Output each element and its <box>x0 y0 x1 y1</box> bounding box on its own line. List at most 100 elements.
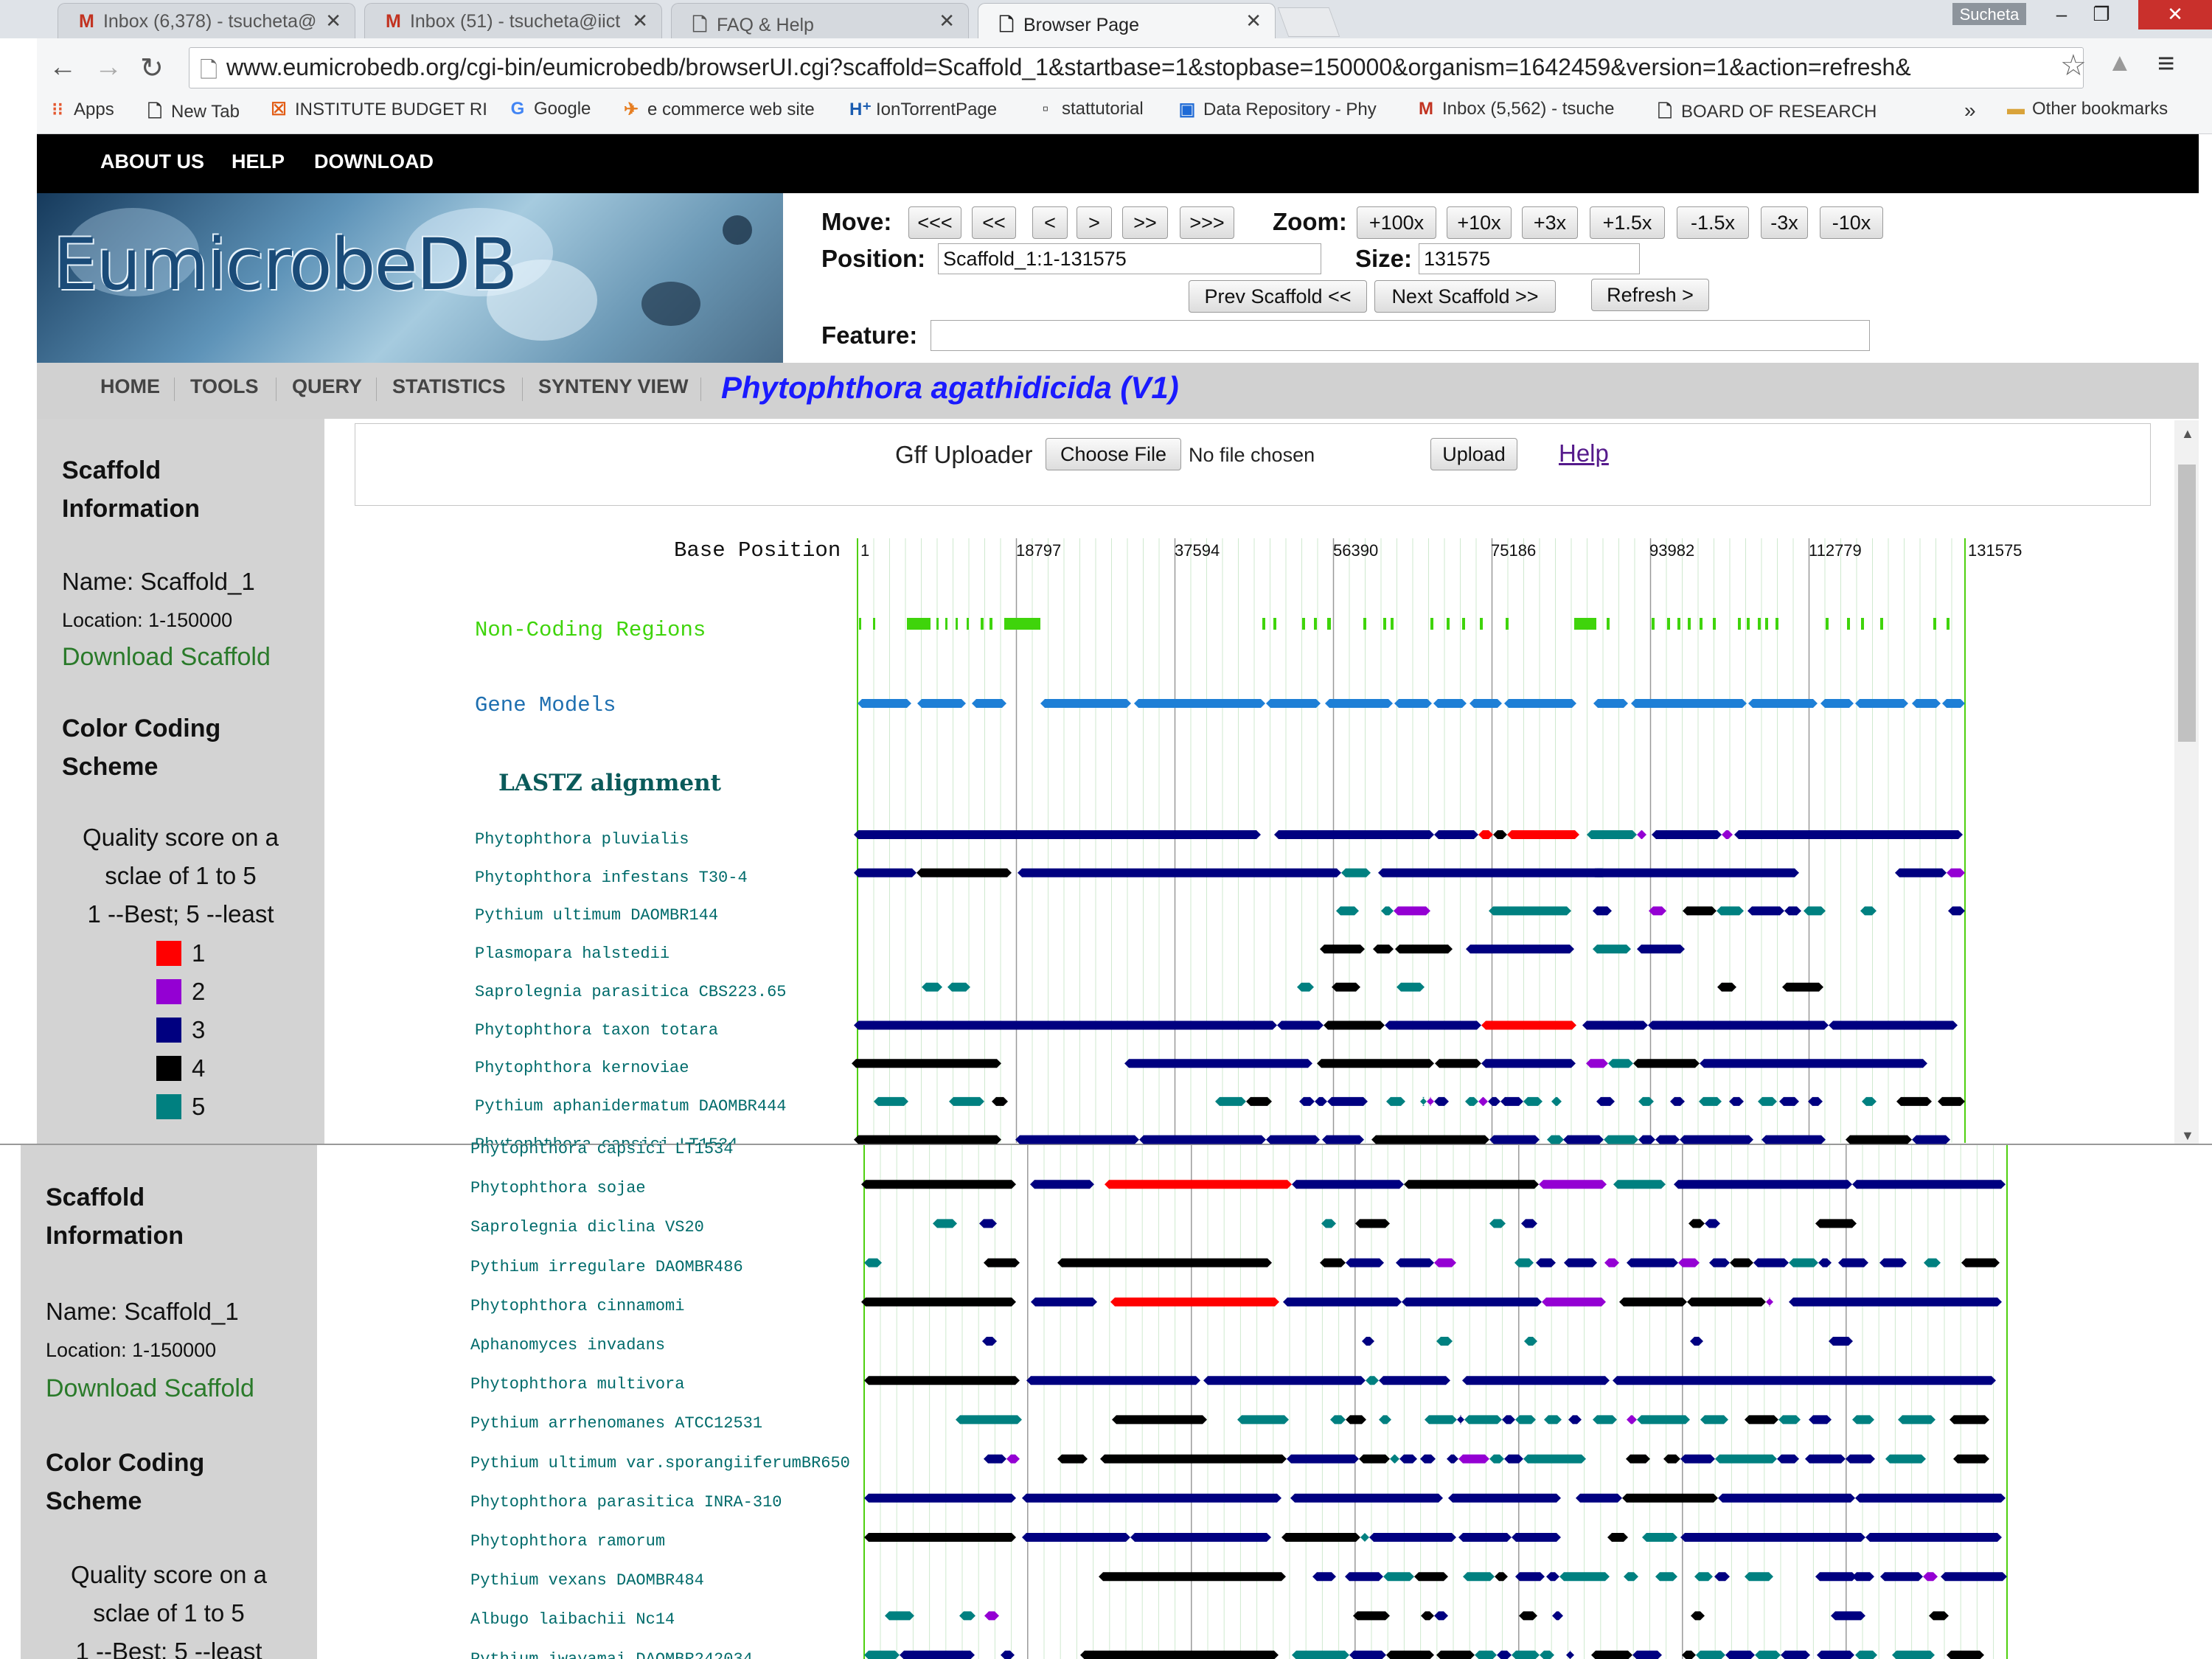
alignment-segment <box>1947 1650 1984 1659</box>
alignment-segment <box>854 868 917 877</box>
alignment-segment <box>1355 1219 1390 1228</box>
alignment-segment <box>1112 1415 1207 1425</box>
alignment-segment <box>917 868 1012 877</box>
alignment-segment <box>1346 1415 1366 1425</box>
alignment-segment <box>1778 1415 1801 1425</box>
alignment-segment <box>1124 1059 1312 1068</box>
alignment-segment <box>1396 1258 1434 1267</box>
alignment-segment <box>1353 1611 1390 1621</box>
alignment-segment <box>1855 1493 2006 1503</box>
alignment-segment <box>1489 906 1571 916</box>
gene-model <box>1394 699 1432 708</box>
noncoding-region <box>859 618 861 630</box>
alignment-segment <box>1542 1297 1606 1307</box>
alignment-segment <box>1755 1650 1781 1659</box>
alignment-segment <box>1753 1258 1789 1267</box>
alignment-segment <box>1717 906 1744 916</box>
alignment-segment <box>1297 982 1314 992</box>
alignment-segment <box>1497 1650 1512 1659</box>
gene-model <box>1134 699 1265 708</box>
alignment-segment <box>1320 1258 1346 1267</box>
alignment-segment <box>1332 982 1360 992</box>
screenshot: M Inbox (6,378) - tsucheta@ ✕ M Inbox (51… <box>0 0 2212 1659</box>
noncoding-region <box>936 618 939 630</box>
alignment-segment <box>1648 1020 1829 1030</box>
alignment-segment <box>1680 1533 1865 1542</box>
alignment-segment <box>1725 1650 1755 1659</box>
alignment-segment <box>1015 1135 1139 1144</box>
alignment-segment <box>854 1135 1001 1144</box>
alignment-segment <box>1022 1493 1281 1503</box>
noncoding-region <box>1880 618 1883 630</box>
alignment-segment <box>1345 1572 1383 1582</box>
alignment-segment <box>1885 1454 1926 1464</box>
alignment-segment <box>1080 1650 1279 1659</box>
alignment-segment <box>1420 1096 1427 1106</box>
alignment-segment <box>1274 830 1434 839</box>
alignment-segment <box>1425 1415 1457 1425</box>
alignment-segment <box>1700 1415 1728 1425</box>
tick-label: 93982 <box>1649 541 1694 560</box>
alignment-segment <box>1694 1572 1713 1582</box>
gene-model <box>1631 699 1747 708</box>
alignment-segment <box>1779 1096 1799 1106</box>
alignment-segment <box>1745 1415 1778 1425</box>
noncoding-region <box>1652 618 1655 630</box>
alignment-segment <box>1705 1219 1720 1228</box>
alignment-segment <box>1815 1572 1857 1582</box>
alignment-segment <box>1057 1454 1088 1464</box>
alignment-segment <box>1215 1096 1246 1106</box>
alignment-segment <box>1434 1096 1449 1106</box>
noncoding-region <box>1765 618 1768 630</box>
alignment-segment <box>1607 1533 1628 1542</box>
alignment-segment <box>1246 1096 1272 1106</box>
alignment-segment <box>1838 1258 1868 1267</box>
alignment-segment <box>1559 1572 1610 1582</box>
alignment-segment <box>1699 1096 1722 1106</box>
alignment-segment <box>1030 1180 1094 1189</box>
noncoding-region <box>956 618 958 630</box>
alignment-segment <box>1481 1020 1576 1030</box>
alignment-segment <box>1829 1337 1853 1346</box>
alignment-segment <box>1729 1096 1744 1106</box>
alignment-segment <box>1100 1454 1287 1464</box>
alignment-segment <box>1436 1337 1453 1346</box>
alignment-segment <box>1678 1258 1700 1267</box>
alignment-segment <box>1315 1096 1327 1106</box>
alignment-segment <box>1346 1258 1384 1267</box>
alignment-segment <box>861 1180 1016 1189</box>
alignment-segment <box>1420 1454 1436 1464</box>
alignment-segment <box>1026 1376 1200 1385</box>
alignment-segment <box>1478 1096 1488 1106</box>
noncoding-region <box>1004 618 1040 630</box>
alignment-segment <box>1587 830 1637 839</box>
alignment-segment <box>1652 830 1722 839</box>
alignment-segment <box>1493 830 1507 839</box>
alignment-segment <box>1500 1096 1523 1106</box>
alignment-segment <box>947 982 970 992</box>
alignment-segment <box>1386 1650 1434 1659</box>
alignment-segment <box>1462 1376 1610 1385</box>
alignment-segment <box>1539 1180 1607 1189</box>
alignment-segment <box>864 1376 1020 1385</box>
alignment-segment <box>1782 982 1823 992</box>
alignment-segment <box>1590 868 1799 877</box>
noncoding-region <box>1738 618 1741 630</box>
gene-model <box>1942 699 1965 708</box>
alignment-segment <box>1427 1096 1434 1106</box>
gene-model <box>1266 699 1321 708</box>
alignment-segment <box>1613 1180 1666 1189</box>
alignment-segment <box>1099 1572 1286 1582</box>
alignment-segment <box>1852 1572 1874 1582</box>
alignment-segment <box>1397 982 1425 992</box>
alignment-segment <box>1277 1020 1324 1030</box>
alignment-segment <box>1360 1533 1369 1542</box>
alignment-segment <box>1929 1611 1949 1621</box>
alignment-segment <box>1349 1650 1386 1659</box>
alignment-segment <box>1385 1020 1481 1030</box>
alignment-segment <box>1386 1096 1405 1106</box>
noncoding-region <box>1847 618 1850 630</box>
gene-model <box>858 699 911 708</box>
alignment-segment <box>1547 1135 1564 1144</box>
alignment-segment <box>1809 1415 1832 1425</box>
